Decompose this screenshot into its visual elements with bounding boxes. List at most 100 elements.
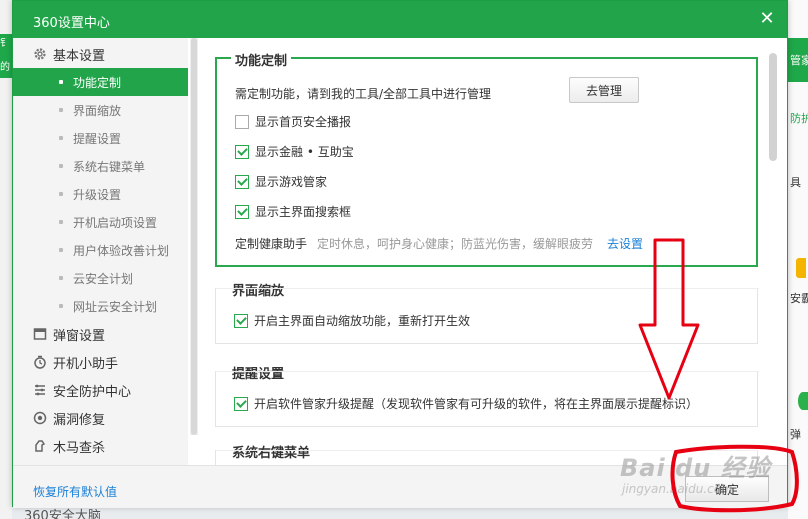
sidebar-group-label: 安全防护中心 bbox=[53, 384, 132, 400]
sidebar-item-cloud-security[interactable]: 云安全计划 bbox=[13, 264, 188, 292]
content-scroll-thumb[interactable] bbox=[769, 53, 777, 161]
sidebar-group-basic[interactable]: 基本设置 bbox=[13, 40, 188, 68]
checkbox[interactable] bbox=[235, 204, 249, 219]
background-right-text: 具 bbox=[790, 176, 801, 189]
watermark-url: jingyan.baidu.com bbox=[622, 482, 733, 496]
checkbox[interactable] bbox=[235, 114, 249, 129]
sidebar-item-custom[interactable]: 功能定制 bbox=[13, 68, 188, 96]
bullet-icon bbox=[59, 304, 63, 308]
close-icon[interactable]: ✕ bbox=[757, 8, 777, 29]
section-reminder: 提醒设置 开启软件管家升级提醒（发现软件管家有可升级的软件，将在主界面展示提醒标… bbox=[215, 367, 759, 427]
background-app-right: 管家 防护 具 安霸 弹 bbox=[788, 0, 808, 519]
gear-icon bbox=[33, 47, 47, 61]
checkbox[interactable] bbox=[234, 313, 248, 328]
bullet-icon bbox=[59, 108, 63, 112]
option-label: 开启主界面自动缩放功能，重新打开生效 bbox=[254, 314, 471, 328]
background-right-text: 防护 bbox=[790, 112, 808, 125]
timer-icon bbox=[33, 355, 47, 369]
bullet-icon bbox=[59, 136, 63, 140]
option-game-manager[interactable]: 显示游戏管家 bbox=[235, 173, 327, 190]
settings-content: 功能定制 需定制功能，请到我的工具/全部工具中进行管理 去管理 显示首页安全播报… bbox=[203, 38, 783, 465]
sidebar-item-startup[interactable]: 开机启动项设置 bbox=[13, 208, 188, 236]
section-title: 系统右键菜单 bbox=[232, 446, 311, 461]
sidebar-item-label: 升级设置 bbox=[73, 187, 122, 202]
section-title: 功能定制 bbox=[231, 50, 292, 69]
background-app-icon bbox=[796, 258, 806, 278]
health-assistant-row: 定制健康助手 定时休息，呵护身心健康；防蓝光伤害，缓解眼疲劳 去设置 bbox=[235, 235, 643, 252]
horse-icon bbox=[33, 439, 47, 453]
bullet-icon bbox=[59, 220, 63, 224]
sidebar-group-trojan[interactable]: 木马查杀 bbox=[13, 432, 188, 460]
option-label: 显示首页安全播报 bbox=[255, 115, 352, 129]
health-desc: 定时休息，呵护身心健康；防蓝光伤害，缓解眼疲劳 bbox=[317, 237, 594, 251]
background-left-text: 的 bbox=[0, 62, 10, 73]
sidebar-item-label: 提醒设置 bbox=[73, 131, 122, 146]
restore-defaults-link[interactable]: 恢复所有默认值 bbox=[33, 483, 117, 500]
section-divider bbox=[216, 288, 759, 289]
background-right-text: 弹 bbox=[790, 428, 801, 441]
sidebar-scrollbar[interactable] bbox=[190, 38, 198, 435]
option-label: 开启软件管家升级提醒（发现软件管家有可升级的软件，将在主界面展示提醒标识） bbox=[254, 397, 699, 411]
sidebar-item-upgrade[interactable]: 升级设置 bbox=[13, 180, 188, 208]
sidebar-item-url-cloud-security[interactable]: 网址云安全计划 bbox=[13, 292, 188, 320]
option-upgrade-reminder[interactable]: 开启软件管家升级提醒（发现软件管家有可升级的软件，将在主界面展示提醒标识） bbox=[234, 395, 698, 412]
bullet-icon bbox=[59, 80, 63, 84]
background-app-left: 钅 的 bbox=[0, 0, 12, 519]
sidebar-group-patch[interactable]: 漏洞修复 bbox=[13, 404, 188, 432]
sidebar-group-label: 木马查杀 bbox=[53, 440, 106, 456]
sidebar-nav: 基本设置 功能定制 界面缩放 提醒设置 系统右键菜单 升级设置 开机启动项设置 … bbox=[13, 38, 188, 465]
screen: 钅 的 360安全大脑 管家 防护 具 安霸 弹 360设置中心 ✕ 基本设置 … bbox=[0, 0, 808, 519]
content-scrollbar[interactable] bbox=[769, 53, 777, 458]
section-divider bbox=[216, 371, 759, 372]
bullet-icon bbox=[59, 192, 63, 196]
health-label: 定制健康助手 bbox=[235, 237, 308, 251]
custom-intro-text: 需定制功能，请到我的工具/全部工具中进行管理 bbox=[235, 87, 492, 101]
shield-list-icon bbox=[33, 383, 47, 397]
sidebar-group-label: 基本设置 bbox=[53, 48, 106, 64]
sidebar-group-popup[interactable]: 弹窗设置 bbox=[13, 320, 188, 348]
sidebar-group-protection[interactable]: 安全防护中心 bbox=[13, 376, 188, 404]
sidebar-group-label: 漏洞修复 bbox=[53, 412, 106, 428]
option-search-box[interactable]: 显示主界面搜索框 bbox=[235, 203, 351, 220]
bullet-icon bbox=[59, 164, 63, 168]
background-app-icon bbox=[798, 392, 808, 410]
option-label: 显示主界面搜索框 bbox=[255, 205, 352, 219]
sidebar-item-label: 开机启动项设置 bbox=[73, 215, 158, 230]
option-auto-zoom[interactable]: 开启主界面自动缩放功能，重新打开生效 bbox=[234, 312, 470, 329]
section-title: 提醒设置 bbox=[232, 367, 285, 382]
background-right-text: 安霸 bbox=[790, 292, 808, 305]
sidebar-item-label: 网址云安全计划 bbox=[73, 299, 158, 314]
health-settings-link[interactable]: 去设置 bbox=[607, 235, 643, 252]
section-title: 界面缩放 bbox=[232, 284, 285, 299]
window-icon bbox=[33, 327, 47, 341]
patch-icon bbox=[33, 411, 47, 425]
window-title: 360设置中心 bbox=[33, 16, 110, 31]
manage-button[interactable]: 去管理 bbox=[569, 77, 639, 103]
sidebar-group-label: 开机小助手 bbox=[53, 356, 119, 372]
checkbox[interactable] bbox=[235, 144, 249, 159]
sidebar-item-reminder[interactable]: 提醒设置 bbox=[13, 124, 188, 152]
sidebar-item-label: 云安全计划 bbox=[73, 271, 134, 286]
bullet-icon bbox=[59, 276, 63, 280]
sidebar-item-label: 功能定制 bbox=[73, 75, 122, 90]
sidebar-group-boot-helper[interactable]: 开机小助手 bbox=[13, 348, 188, 376]
settings-dialog: 360设置中心 ✕ 基本设置 功能定制 界面缩放 提醒设置 系统右键菜单 升级设… bbox=[12, 0, 788, 508]
sidebar-item-label: 界面缩放 bbox=[73, 103, 122, 118]
sidebar-item-context-menu[interactable]: 系统右键菜单 bbox=[13, 152, 188, 180]
option-label: 显示游戏管家 bbox=[255, 175, 328, 189]
sidebar-item-zoom[interactable]: 界面缩放 bbox=[13, 96, 188, 124]
section-custom: 功能定制 需定制功能，请到我的工具/全部工具中进行管理 去管理 显示首页安全播报… bbox=[215, 50, 758, 267]
checkbox[interactable] bbox=[234, 396, 248, 411]
option-finance[interactable]: 显示金融 • 互助宝 bbox=[235, 143, 354, 160]
option-home-broadcast[interactable]: 显示首页安全播报 bbox=[235, 113, 351, 130]
sidebar-item-label: 系统右键菜单 bbox=[73, 159, 146, 174]
watermark-logo: Bai du 经验 bbox=[620, 454, 771, 482]
sidebar-item-ux-plan[interactable]: 用户体验改善计划 bbox=[13, 236, 188, 264]
sidebar-scroll-thumb[interactable] bbox=[191, 38, 197, 435]
title-bar: 360设置中心 ✕ bbox=[13, 1, 787, 38]
custom-intro: 需定制功能，请到我的工具/全部工具中进行管理 bbox=[235, 85, 491, 102]
sidebar-item-label: 用户体验改善计划 bbox=[73, 243, 170, 258]
background-right-text: 管家 bbox=[790, 54, 808, 67]
checkbox[interactable] bbox=[235, 174, 249, 189]
bullet-icon bbox=[59, 248, 63, 252]
